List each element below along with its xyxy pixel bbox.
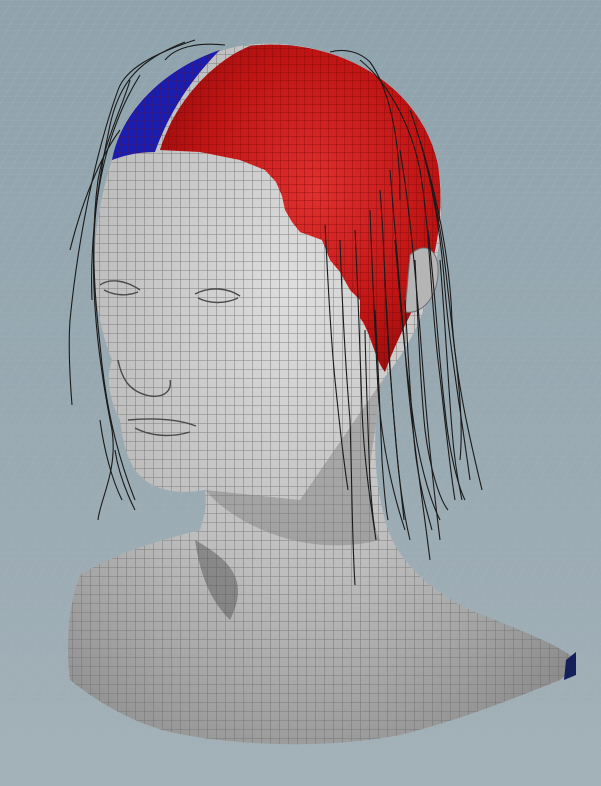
3d-viewport[interactable] — [0, 0, 601, 786]
viewport-canvas[interactable] — [0, 0, 601, 786]
